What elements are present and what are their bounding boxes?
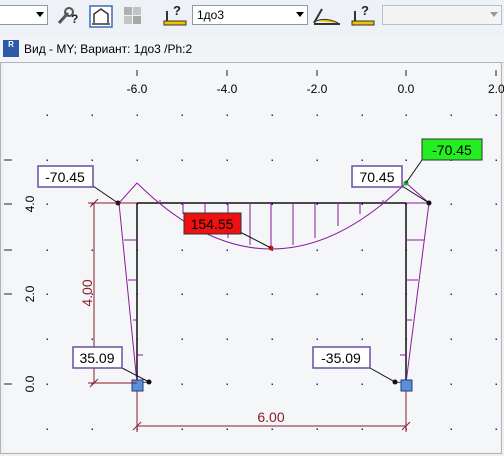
- label-top-right-highlight[interactable]: -70.45: [421, 138, 483, 161]
- grid-dot: [495, 338, 497, 340]
- leader-lines: [92, 159, 430, 383]
- grid-dot: [226, 249, 228, 251]
- moment-diagram: [118, 182, 430, 384]
- moment-value-label: 154.55: [191, 216, 234, 232]
- moment-value-label: 35.09: [79, 350, 114, 366]
- grid-dot: [450, 383, 452, 385]
- grid-dot: [361, 293, 363, 295]
- grid-dot: [271, 114, 273, 116]
- grid-dot: [450, 203, 452, 205]
- grid-dot: [316, 159, 318, 161]
- grid-dot: [450, 114, 452, 116]
- grid-dot: [226, 338, 228, 340]
- grid-dot: [271, 338, 273, 340]
- left-column-moment: [118, 182, 150, 384]
- right-column-moment: [394, 182, 430, 384]
- grid-dot: [271, 383, 273, 385]
- grid-dot: [450, 428, 452, 430]
- moment-value-label: -70.45: [45, 169, 85, 185]
- right-support-icon[interactable]: [400, 379, 413, 392]
- grid-dot: [316, 383, 318, 385]
- grid-dot: [181, 249, 183, 251]
- grid-dot: [495, 114, 497, 116]
- grid-dot: [181, 428, 183, 430]
- grid-dot: [271, 293, 273, 295]
- grid-dot: [181, 114, 183, 116]
- grid-dot: [136, 159, 138, 161]
- grid-dot: [181, 159, 183, 161]
- grid-dot: [495, 203, 497, 205]
- grid-dot: [91, 428, 93, 430]
- grid-dot: [46, 383, 48, 385]
- grid-dot: [495, 249, 497, 251]
- grid-dot: [46, 203, 48, 205]
- grid-dot: [271, 159, 273, 161]
- grid-dot: [46, 159, 48, 161]
- grid-dot: [46, 249, 48, 251]
- width-dimension-label: 6.00: [257, 409, 284, 425]
- diagram-svg: -6.0 -4.0 -2.0 0.0 2.0 4.0 2.0 0.0 4.00 …: [4, 70, 504, 432]
- grid-dot: [226, 114, 228, 116]
- moment-value-label: 70.45: [359, 169, 394, 185]
- label-midspan-max[interactable]: 154.55: [183, 212, 242, 235]
- y-tick-label: 4.0: [23, 195, 37, 212]
- x-tick-label: -6.0: [127, 82, 148, 96]
- grid-dot: [361, 338, 363, 340]
- grid-dot: [46, 338, 48, 340]
- moment-value-label: -35.09: [321, 350, 361, 366]
- grid-dot: [91, 159, 93, 161]
- x-tick-label: 2.0: [488, 82, 504, 96]
- grid-dot: [271, 428, 273, 430]
- grid-dot: [316, 293, 318, 295]
- height-dimension-label: 4.00: [79, 279, 95, 306]
- grid-dot: [316, 428, 318, 430]
- left-support-icon[interactable]: [131, 379, 144, 392]
- grid-dot: [450, 338, 452, 340]
- label-top-right[interactable]: 70.45: [351, 165, 403, 188]
- grid-dot: [181, 338, 183, 340]
- grid-dot: [136, 114, 138, 116]
- label-bottom-right[interactable]: -35.09: [312, 346, 371, 369]
- grid-dot: [46, 428, 48, 430]
- grid-dot: [91, 114, 93, 116]
- grid-dot: [181, 293, 183, 295]
- x-tick-label: -2.0: [307, 82, 328, 96]
- grid-dot: [316, 114, 318, 116]
- grid-dot: [495, 383, 497, 385]
- grid-dot: [46, 293, 48, 295]
- grid-dot: [316, 338, 318, 340]
- y-tick-label: 2.0: [23, 285, 37, 302]
- moment-value-label: -70.45: [432, 142, 472, 158]
- grid-dot: [495, 428, 497, 430]
- grid-dot: [316, 249, 318, 251]
- grid-dot: [361, 249, 363, 251]
- grid-dot: [91, 338, 93, 340]
- grid-dot: [361, 428, 363, 430]
- grid-dot: [226, 159, 228, 161]
- grid-dot: [405, 114, 407, 116]
- grid-dot: [181, 383, 183, 385]
- grid-dot: [361, 383, 363, 385]
- grid-dot: [226, 293, 228, 295]
- grid-dot: [361, 114, 363, 116]
- grid-dot: [226, 428, 228, 430]
- grid-dot: [495, 159, 497, 161]
- grid-dot: [361, 159, 363, 161]
- grid-dot: [405, 159, 407, 161]
- x-tick-label: -4.0: [217, 82, 238, 96]
- grid-dot: [91, 249, 93, 251]
- grid-dot: [450, 249, 452, 251]
- label-top-left[interactable]: -70.45: [37, 165, 94, 188]
- x-tick-label: 0.0: [398, 82, 415, 96]
- y-tick-label: 0.0: [23, 375, 37, 392]
- grid-dot: [495, 293, 497, 295]
- grid-dot: [226, 383, 228, 385]
- label-bottom-left[interactable]: 35.09: [72, 346, 123, 369]
- grid-dot: [46, 114, 48, 116]
- grid-dot: [450, 293, 452, 295]
